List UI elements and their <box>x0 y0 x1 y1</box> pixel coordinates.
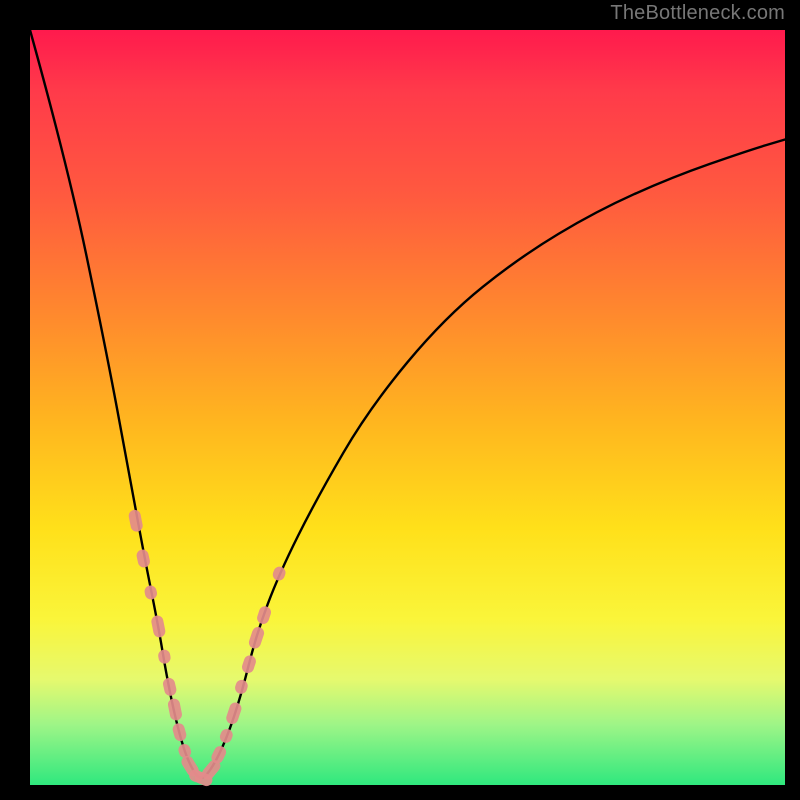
curve-layer <box>30 30 785 785</box>
watermark-text: TheBottleneck.com <box>610 2 785 25</box>
curve-marker <box>225 701 243 726</box>
curve-marker <box>271 565 287 582</box>
chart-frame: TheBottleneck.com <box>0 0 800 800</box>
curve-marker <box>167 698 183 722</box>
curve-marker <box>233 678 249 695</box>
curve-marker <box>143 584 158 600</box>
curve-marker <box>150 614 166 638</box>
markers-group <box>128 509 288 788</box>
plot-area <box>30 30 785 785</box>
curve-marker <box>256 605 273 626</box>
curve-marker <box>162 677 178 697</box>
curve-marker <box>128 509 144 533</box>
curve-marker <box>218 727 234 744</box>
curve-marker <box>240 654 257 675</box>
curve-marker <box>157 649 171 665</box>
curve-marker <box>171 722 187 743</box>
curve-marker <box>247 625 265 650</box>
curve-marker <box>135 548 151 568</box>
bottleneck-curve <box>30 30 785 778</box>
